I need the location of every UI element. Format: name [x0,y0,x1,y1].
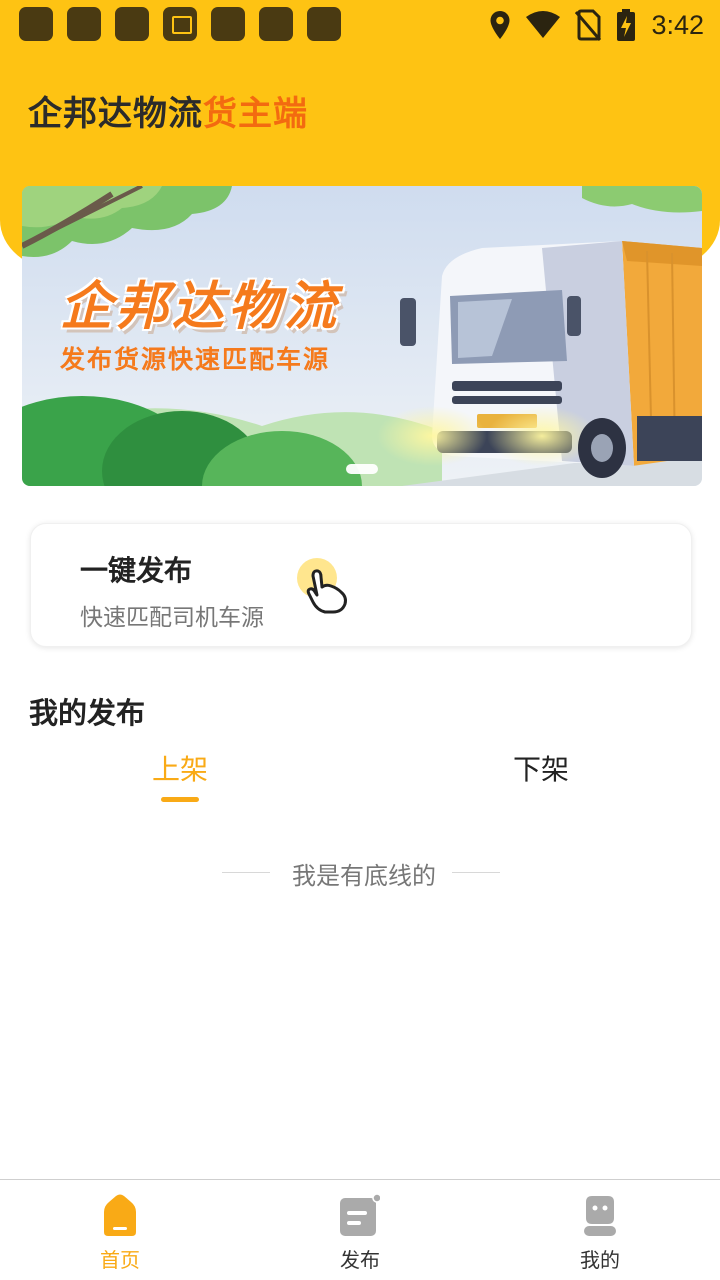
tab-delisted[interactable]: 下架 [481,748,601,788]
nav-publish-label: 发布 [340,1248,380,1272]
publish-icon [340,1194,380,1236]
nav-publish[interactable]: 发布 [240,1180,480,1280]
end-of-list-text: 我是有底线的 [292,862,436,890]
location-icon [490,11,510,39]
tab-listed[interactable]: 上架 [120,748,240,788]
battery-charging-icon [617,9,636,41]
notification-app-icon [307,7,341,41]
notification-app-icon [115,7,149,41]
divider-line [222,872,270,873]
banner-carousel[interactable]: 企邦达物流 发布货源快速匹配车源 [22,186,702,486]
profile-icon [584,1196,616,1236]
nav-profile-label: 我的 [580,1248,620,1272]
app-title-accent: 货主端 [203,94,308,134]
notification-app-icon [259,7,293,41]
active-tab-indicator [161,797,199,802]
quick-publish-subtitle: 快速匹配司机车源 [80,605,264,631]
wifi-icon [526,11,561,38]
quick-publish-card[interactable]: 一键发布 快速匹配司机车源 [30,523,692,647]
no-sim-icon [575,9,602,41]
notification-app-icon [211,7,245,41]
nav-home[interactable]: 首页 [0,1180,240,1280]
notification-image-icon [163,7,197,41]
banner-title: 企邦达物流 [60,277,341,337]
notification-app-icon [19,7,53,41]
status-bar: 3:42 [0,0,720,50]
app-title-main: 企邦达物流 [28,94,203,134]
nav-profile[interactable]: 我的 [480,1180,720,1280]
my-publish-title: 我的发布 [29,696,146,730]
nav-home-label: 首页 [100,1248,140,1272]
notification-app-icon [67,7,101,41]
status-time: 3:42 [651,9,704,40]
banner-subtitle: 发布货源快速匹配车源 [60,345,331,374]
carousel-indicator [346,464,378,474]
home-icon [104,1194,136,1236]
app-title: 企邦达物流货主端 [28,86,308,135]
quick-publish-title: 一键发布 [80,554,193,587]
divider-line [452,872,500,873]
bottom-nav: 首页 发布 我的 [0,1179,720,1280]
hand-pointer-icon [297,558,347,614]
